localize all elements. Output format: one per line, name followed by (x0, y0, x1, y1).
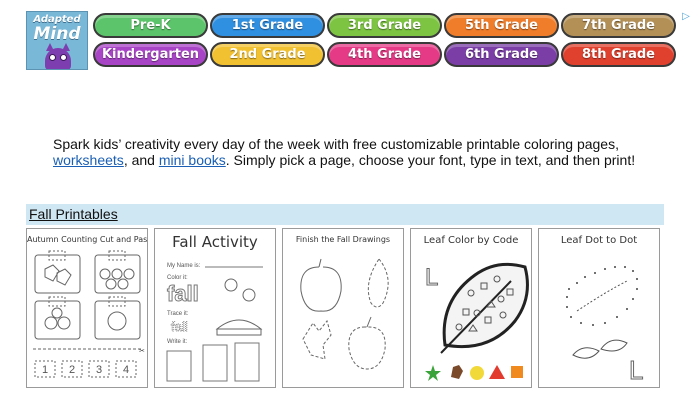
circle-icon (470, 366, 484, 380)
count-number-3: 3 (96, 364, 102, 376)
fall-activity-thumbnail: My Name is: Color it: fall Trace it: fal… (166, 263, 263, 382)
logo-line-2: Mind (33, 24, 81, 44)
leaf-letter: L (425, 264, 438, 291)
leaf-color-by-code-thumbnail: L (425, 262, 529, 381)
section-header-bar: Fall Printables (26, 204, 664, 225)
printable-card-leaf-dot-to-dot[interactable]: Leaf Dot to Dot L (538, 228, 660, 388)
ad-banner[interactable]: Adapted Mind Pre-K 1st Grade 3rd Grade 5… (0, 0, 700, 80)
intro-paragraph: Spark kids’ creativity every day of the … (53, 136, 653, 168)
grade-button-2nd[interactable]: 2nd Grade (210, 42, 325, 67)
printable-card-fall-activity[interactable]: Fall Activity My Name is: Color it: fall… (154, 228, 276, 388)
fall-printables-link[interactable]: Fall Printables (29, 206, 118, 222)
grade-button-pre-k[interactable]: Pre-K (93, 13, 208, 38)
count-number-2: 2 (69, 364, 75, 376)
star-icon (425, 365, 441, 381)
leaf-letter: L (629, 355, 643, 385)
grade-button-4th[interactable]: 4th Grade (327, 42, 442, 67)
grade-button-1st[interactable]: 1st Grade (210, 13, 325, 38)
finish-drawings-thumbnail (300, 258, 389, 370)
fall-outline-word: fall (167, 281, 199, 306)
trace-it-label: Trace it: (167, 311, 189, 317)
grade-button-8th[interactable]: 8th Grade (561, 42, 676, 67)
square-icon (511, 366, 523, 378)
grade-button-6th[interactable]: 6th Grade (444, 42, 559, 67)
count-number-4: 4 (123, 364, 129, 376)
monster-eye-left (49, 54, 56, 61)
grade-button-kindergarten[interactable]: Kindergarten (93, 42, 208, 67)
grade-button-7th[interactable]: 7th Grade (561, 13, 676, 38)
ad-choices-icon[interactable]: ▷ (679, 10, 693, 23)
leaf-dot-to-dot-thumbnail: L (566, 266, 644, 386)
printable-card-leaf-color-by-code[interactable]: Leaf Color by Code L (410, 228, 532, 388)
mini-books-link[interactable]: mini books (159, 152, 226, 168)
count-number-1: 1 (42, 364, 48, 376)
triangle-icon (489, 365, 505, 379)
name-label: My Name is: (167, 263, 201, 269)
worksheets-link[interactable]: worksheets (53, 152, 124, 168)
write-it-label: Write it: (167, 339, 188, 345)
intro-text-middle: , and (123, 152, 159, 168)
trace-word: fall (171, 319, 188, 334)
scissors-icon: ✂ (139, 348, 145, 355)
intro-text-after: . Simply pick a page, choose your font, … (225, 152, 636, 168)
monster-eye-right (60, 54, 67, 61)
printable-card-finish-drawings[interactable]: Finish the Fall Drawings (282, 228, 404, 388)
printable-card-autumn-counting[interactable]: Autumn Counting Cut and Paste ✂ 1 2 3 4 (26, 228, 148, 388)
adapted-mind-logo[interactable]: Adapted Mind (26, 11, 88, 70)
pentagon-icon (451, 365, 463, 379)
counting-worksheet-thumbnail: ✂ 1 2 3 4 (33, 250, 145, 378)
grade-button-5th[interactable]: 5th Grade (444, 13, 559, 38)
intro-text-before: Spark kids’ creativity every day of the … (53, 136, 619, 152)
grade-button-3rd[interactable]: 3rd Grade (327, 13, 442, 38)
